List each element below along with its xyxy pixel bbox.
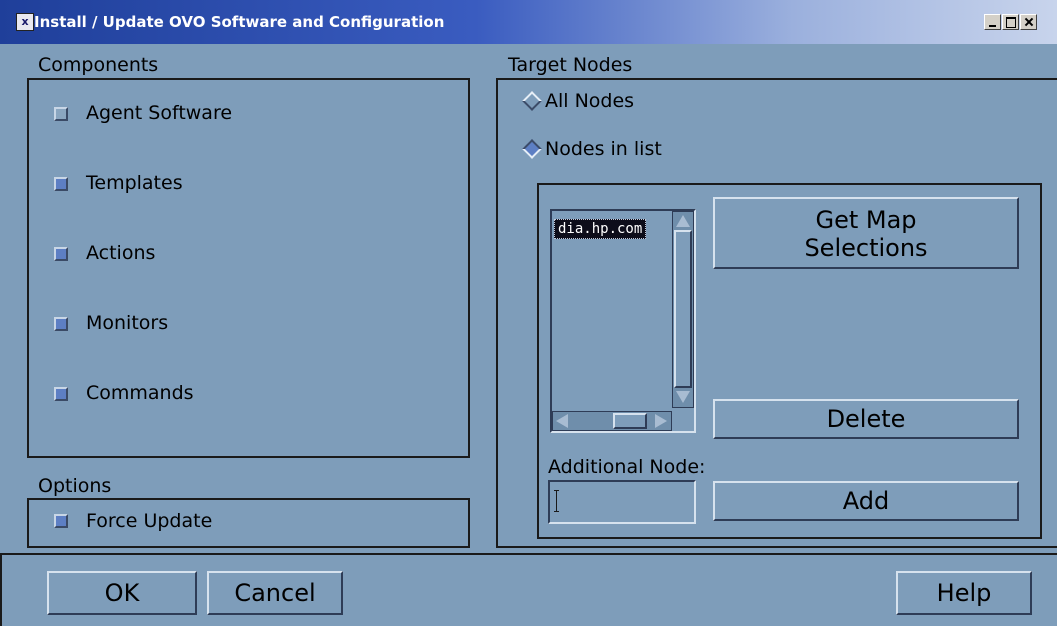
add-button[interactable]: Add: [713, 481, 1019, 521]
text-caret-icon: [554, 490, 559, 512]
additional-node-label: Additional Node:: [548, 456, 706, 478]
window-title: Install / Update OVO Software and Config…: [34, 13, 445, 31]
node-list-item[interactable]: dia.hp.com: [554, 219, 647, 239]
monitors-checkbox[interactable]: [54, 317, 68, 331]
additional-node-input[interactable]: [548, 480, 696, 524]
all-nodes-label[interactable]: All Nodes: [545, 90, 634, 112]
install-update-dialog: x Install / Update OVO Software and Conf…: [0, 0, 1057, 626]
scroll-right-arrow-icon[interactable]: [655, 414, 667, 428]
commands-checkbox[interactable]: [54, 387, 68, 401]
app-icon: x: [16, 13, 34, 31]
actions-label[interactable]: Actions: [86, 242, 155, 264]
node-list-horizontal-scrollbar[interactable]: [552, 411, 672, 431]
scroll-down-arrow-icon[interactable]: [676, 391, 690, 403]
maximize-button[interactable]: [1002, 14, 1019, 30]
get-map-selections-button[interactable]: Get Map Selections: [713, 197, 1019, 269]
node-list[interactable]: dia.hp.com: [550, 209, 696, 433]
close-button[interactable]: [1020, 14, 1037, 30]
get-map-selections-line1: Get Map: [815, 206, 917, 234]
horizontal-scroll-thumb[interactable]: [613, 413, 647, 429]
templates-label[interactable]: Templates: [86, 172, 183, 194]
get-map-selections-line2: Selections: [804, 234, 928, 262]
agent-software-checkbox[interactable]: [54, 107, 68, 121]
node-list-vertical-scrollbar[interactable]: [672, 211, 694, 408]
help-button[interactable]: Help: [896, 571, 1032, 615]
scroll-up-arrow-icon[interactable]: [676, 215, 690, 227]
templates-checkbox[interactable]: [54, 177, 68, 191]
actions-checkbox[interactable]: [54, 247, 68, 261]
force-update-label[interactable]: Force Update: [86, 510, 212, 532]
minimize-button[interactable]: [984, 14, 1001, 30]
options-label: Options: [38, 475, 112, 497]
monitors-label[interactable]: Monitors: [86, 312, 168, 334]
title-bar[interactable]: x Install / Update OVO Software and Conf…: [0, 0, 1057, 44]
nodes-in-list-label[interactable]: Nodes in list: [545, 138, 662, 160]
cancel-button[interactable]: Cancel: [207, 571, 343, 615]
delete-button[interactable]: Delete: [713, 399, 1019, 439]
force-update-checkbox[interactable]: [54, 514, 68, 528]
ok-button[interactable]: OK: [47, 571, 197, 615]
commands-label[interactable]: Commands: [86, 382, 194, 404]
components-label: Components: [38, 54, 159, 76]
vertical-scroll-thumb[interactable]: [674, 230, 692, 388]
scroll-left-arrow-icon[interactable]: [556, 414, 568, 428]
agent-software-label[interactable]: Agent Software: [86, 102, 232, 124]
target-nodes-label: Target Nodes: [508, 54, 633, 76]
